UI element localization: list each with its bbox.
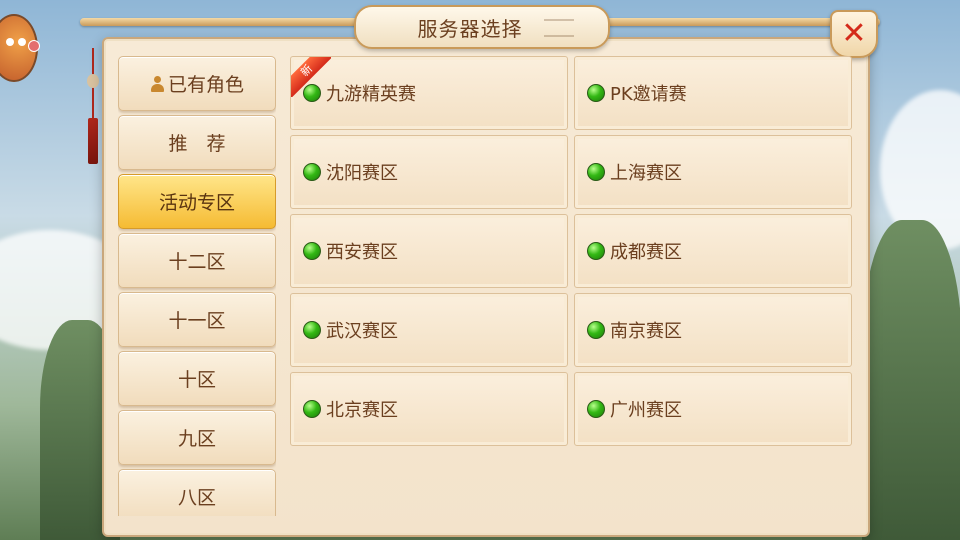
online-status-icon [303, 400, 321, 418]
server-name: PK邀请赛 [610, 84, 687, 105]
dialog-title-plate: 服务器选择 [354, 5, 610, 49]
server-category-sidebar[interactable]: 已有角色 推 荐 活动专区 十二区 十一区 十区 九区 八区 [118, 56, 276, 516]
sidebar-item-label: 九区 [177, 428, 216, 450]
dialog-title: 服务器选择 [417, 16, 523, 41]
server-name: 九游精英赛 [326, 84, 416, 105]
sidebar-item-label: 十二区 [168, 251, 226, 273]
close-button[interactable]: ✕ [830, 10, 878, 58]
sidebar-item-zone-8[interactable]: 八区 [118, 469, 276, 516]
online-status-icon [587, 84, 605, 102]
person-icon [150, 75, 164, 92]
server-name: 北京赛区 [326, 400, 398, 421]
server-item[interactable]: 新 九游精英赛 [290, 56, 568, 130]
sidebar-item-events[interactable]: 活动专区 [118, 174, 276, 229]
close-icon: ✕ [841, 16, 867, 51]
online-status-icon [587, 321, 605, 339]
sidebar-item-zone-11[interactable]: 十一区 [118, 292, 276, 347]
sidebar-item-recommended[interactable]: 推 荐 [118, 115, 276, 170]
sidebar-item-label: 十区 [177, 369, 216, 391]
sidebar-item-label: 八区 [177, 487, 216, 509]
server-item[interactable]: 上海赛区 [574, 135, 852, 209]
new-badge: 新 [291, 57, 331, 97]
online-status-icon [303, 321, 321, 339]
title-ornament [544, 19, 574, 37]
sidebar-item-label: 推 荐 [168, 133, 226, 155]
online-status-icon [303, 163, 321, 181]
server-list: 新 九游精英赛 PK邀请赛 沈阳赛区 上海赛区 西安赛区 成都赛区 武汉赛区 南… [290, 56, 854, 450]
server-name: 上海赛区 [610, 163, 682, 184]
server-item[interactable]: 南京赛区 [574, 293, 852, 367]
server-name: 西安赛区 [326, 242, 398, 263]
tassel-ornament [86, 48, 100, 168]
online-status-icon [587, 163, 605, 181]
sidebar-item-zone-10[interactable]: 十区 [118, 351, 276, 406]
server-name: 成都赛区 [610, 242, 682, 263]
server-item[interactable]: 成都赛区 [574, 214, 852, 288]
sidebar-item-zone-9[interactable]: 九区 [118, 410, 276, 465]
server-item[interactable]: 武汉赛区 [290, 293, 568, 367]
avatar-eye [6, 38, 14, 46]
sidebar-item-zone-12[interactable]: 十二区 [118, 233, 276, 288]
server-name: 武汉赛区 [326, 321, 398, 342]
online-status-icon [587, 242, 605, 260]
server-name: 南京赛区 [610, 321, 682, 342]
server-name: 沈阳赛区 [326, 163, 398, 184]
server-item[interactable]: 北京赛区 [290, 372, 568, 446]
background-mountain [862, 220, 960, 540]
server-item[interactable]: PK邀请赛 [574, 56, 852, 130]
server-item[interactable]: 广州赛区 [574, 372, 852, 446]
server-item[interactable]: 西安赛区 [290, 214, 568, 288]
sidebar-item-label: 已有角色 [167, 74, 244, 96]
sidebar-item-label: 活动专区 [158, 192, 235, 214]
online-status-icon [303, 242, 321, 260]
notification-dot [28, 40, 40, 52]
sidebar-item-label: 十一区 [168, 310, 226, 332]
server-name: 广州赛区 [610, 400, 682, 421]
sidebar-item-existing-roles[interactable]: 已有角色 [118, 56, 276, 111]
avatar-eye [18, 38, 26, 46]
server-item[interactable]: 沈阳赛区 [290, 135, 568, 209]
online-status-icon [587, 400, 605, 418]
